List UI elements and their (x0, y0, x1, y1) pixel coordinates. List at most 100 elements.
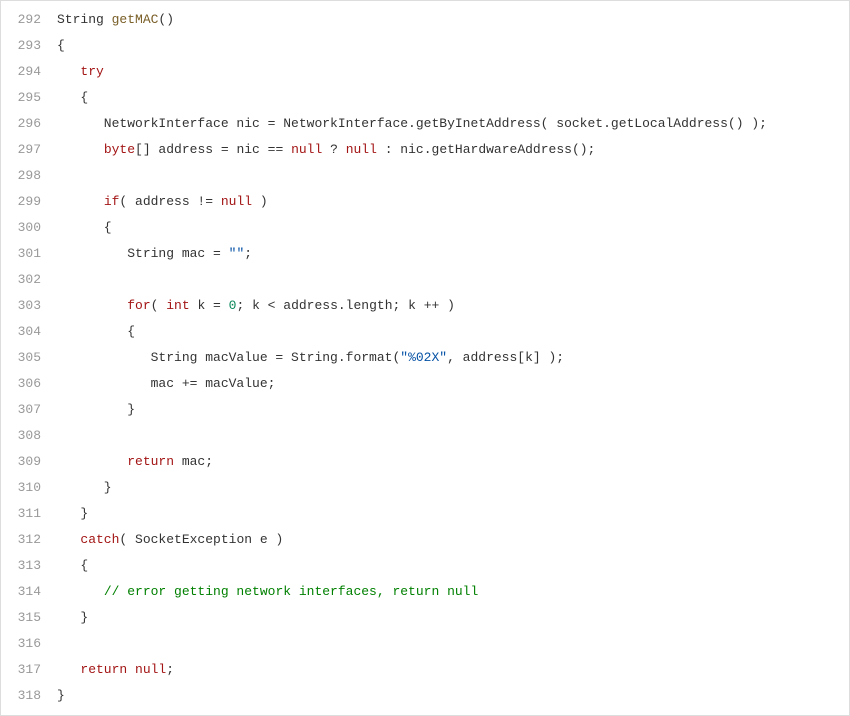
line-number: 312 (1, 527, 41, 553)
code-block: 2922932942952962972982993003013023033043… (0, 0, 850, 716)
code-line (57, 267, 849, 293)
token: catch (80, 532, 119, 547)
code-line: { (57, 215, 849, 241)
line-number: 313 (1, 553, 41, 579)
line-number: 308 (1, 423, 41, 449)
code-line: { (57, 553, 849, 579)
code-line: if( address != null ) (57, 189, 849, 215)
token: ; k < address.length; k ++ ) (236, 298, 454, 313)
token: null (291, 142, 322, 157)
token: "" (229, 246, 245, 261)
token: // error getting network interfaces, ret… (104, 584, 478, 599)
token (57, 584, 104, 599)
token: } (57, 688, 65, 703)
line-number: 292 (1, 7, 41, 33)
code-line: { (57, 33, 849, 59)
line-number: 317 (1, 657, 41, 683)
token: ; (166, 662, 174, 677)
code-line: } (57, 605, 849, 631)
token: byte (104, 142, 135, 157)
line-number: 314 (1, 579, 41, 605)
token: int (166, 298, 189, 313)
code-line: } (57, 397, 849, 423)
line-number: 299 (1, 189, 41, 215)
line-number: 305 (1, 345, 41, 371)
token (57, 454, 127, 469)
line-number: 309 (1, 449, 41, 475)
code-line: NetworkInterface nic = NetworkInterface.… (57, 111, 849, 137)
token (127, 662, 135, 677)
line-number: 300 (1, 215, 41, 241)
token: : nic.getHardwareAddress(); (377, 142, 595, 157)
line-number: 301 (1, 241, 41, 267)
token: { (57, 220, 112, 235)
line-number: 315 (1, 605, 41, 631)
token: k = (190, 298, 229, 313)
line-number: 296 (1, 111, 41, 137)
token: String macValue = String.format( (57, 350, 400, 365)
token: } (57, 480, 112, 495)
token: ( (151, 298, 167, 313)
token: () (158, 12, 174, 27)
code-line (57, 163, 849, 189)
line-number: 295 (1, 85, 41, 111)
code-line: } (57, 501, 849, 527)
line-number: 303 (1, 293, 41, 319)
code-line: for( int k = 0; k < address.length; k ++… (57, 293, 849, 319)
token: { (57, 38, 65, 53)
line-number: 302 (1, 267, 41, 293)
code-line: return mac; (57, 449, 849, 475)
code-line: } (57, 683, 849, 709)
code-line (57, 631, 849, 657)
token: } (57, 402, 135, 417)
token (57, 64, 80, 79)
token: ; (244, 246, 252, 261)
line-number: 311 (1, 501, 41, 527)
code-line: { (57, 319, 849, 345)
code-line: String mac = ""; (57, 241, 849, 267)
token: } (57, 610, 88, 625)
token: null (135, 662, 166, 677)
token: { (57, 324, 135, 339)
token: NetworkInterface nic = NetworkInterface.… (57, 116, 767, 131)
token (57, 194, 104, 209)
token (57, 142, 104, 157)
token: ? (322, 142, 345, 157)
line-number-gutter: 2922932942952962972982993003013023033043… (1, 1, 49, 715)
line-number: 294 (1, 59, 41, 85)
token: null (346, 142, 377, 157)
token (57, 662, 80, 677)
token: String (57, 12, 112, 27)
line-number: 318 (1, 683, 41, 709)
line-number: 297 (1, 137, 41, 163)
token: for (127, 298, 150, 313)
token: { (57, 558, 88, 573)
token: try (80, 64, 103, 79)
code-line (57, 423, 849, 449)
line-number: 307 (1, 397, 41, 423)
token: [] address = nic == (135, 142, 291, 157)
token: mac += macValue; (57, 376, 275, 391)
code-line: catch( SocketException e ) (57, 527, 849, 553)
line-number: 310 (1, 475, 41, 501)
token: null (221, 194, 252, 209)
token: mac; (174, 454, 213, 469)
code-line: mac += macValue; (57, 371, 849, 397)
token: } (57, 506, 88, 521)
token: return (127, 454, 174, 469)
token: , address[k] ); (447, 350, 564, 365)
token: ( address != (119, 194, 220, 209)
line-number: 306 (1, 371, 41, 397)
code-line: String macValue = String.format("%02X", … (57, 345, 849, 371)
code-line: byte[] address = nic == null ? null : ni… (57, 137, 849, 163)
token: if (104, 194, 120, 209)
line-number: 304 (1, 319, 41, 345)
code-line: String getMAC() (57, 7, 849, 33)
code-line: } (57, 475, 849, 501)
line-number: 298 (1, 163, 41, 189)
token: { (57, 90, 88, 105)
token: return (80, 662, 127, 677)
code-line: try (57, 59, 849, 85)
token: getMAC (112, 12, 159, 27)
line-number: 316 (1, 631, 41, 657)
